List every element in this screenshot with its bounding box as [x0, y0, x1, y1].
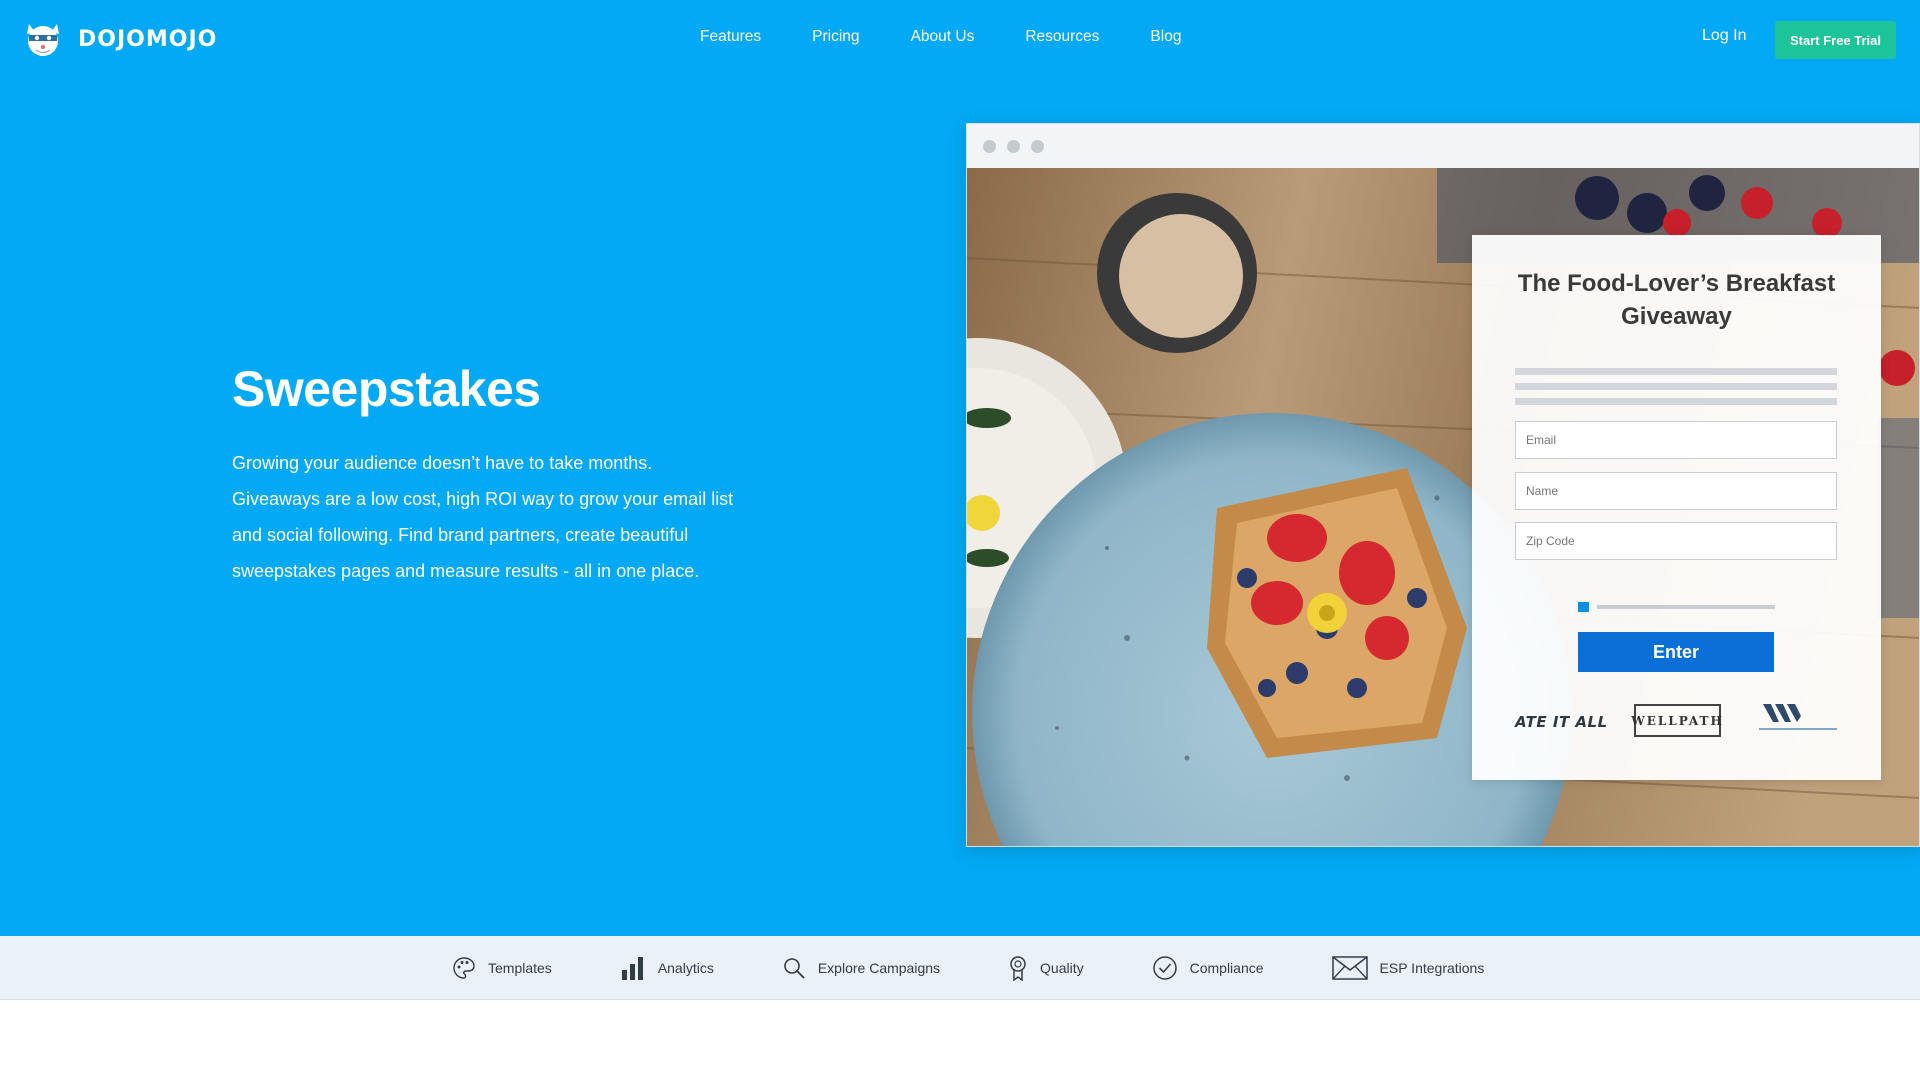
site-header: DOJOMOJO Features Pricing About Us Resou… — [0, 0, 1920, 80]
ninja-cat-logo-icon — [27, 24, 59, 56]
progress-track — [1597, 605, 1775, 609]
feature-bar: Templates Analytics Explore Campaigns Qu… — [0, 936, 1920, 1000]
feature-templates[interactable]: Templates — [452, 956, 552, 980]
feature-label: ESP Integrations — [1379, 960, 1485, 976]
feature-label: Analytics — [657, 960, 714, 976]
feature-esp-integrations[interactable]: ESP Integrations — [1331, 956, 1485, 980]
feature-compliance[interactable]: Compliance — [1152, 955, 1264, 981]
bar-chart-icon — [621, 957, 643, 980]
email-field[interactable] — [1515, 421, 1837, 459]
feature-label: Compliance — [1189, 960, 1264, 976]
nav-about-us[interactable]: About Us — [911, 28, 975, 46]
sweepstakes-preview-window: The Food-Lover’s Breakfast Giveaway Ente… — [966, 123, 1920, 847]
nav-features[interactable]: Features — [700, 28, 761, 46]
enter-button[interactable]: Enter — [1578, 632, 1774, 672]
palette-icon — [453, 957, 475, 979]
feature-explore-campaigns[interactable]: Explore Campaigns — [782, 956, 940, 980]
giveaway-title: The Food-Lover’s Breakfast Giveaway — [1517, 270, 1836, 330]
partner-logo-wellpath: WELLPATH — [1631, 704, 1722, 737]
feature-label: Templates — [488, 960, 552, 976]
progress-indicator — [1578, 602, 1589, 612]
brand-name: DOJOMOJO — [78, 26, 218, 52]
nav-blog[interactable]: Blog — [1150, 28, 1181, 46]
hero-description: Growing your audience doesn’t have to ta… — [232, 453, 734, 581]
nav-resources[interactable]: Resources — [1025, 28, 1099, 46]
feature-list: Templates Analytics Explore Campaigns Qu… — [452, 936, 1484, 1000]
nav-pricing[interactable]: Pricing — [812, 28, 859, 46]
placeholder-text-line — [1515, 383, 1837, 390]
search-icon — [784, 958, 805, 979]
page-title: Sweepstakes — [232, 361, 541, 417]
window-dot — [983, 139, 996, 153]
login-link[interactable]: Log In — [1702, 27, 1746, 45]
feature-label: Explore Campaigns — [817, 960, 941, 976]
award-ribbon-icon — [1010, 956, 1026, 981]
envelope-icon — [1331, 956, 1368, 980]
giveaway-card: The Food-Lover’s Breakfast Giveaway Ente… — [1472, 235, 1881, 780]
feature-quality[interactable]: Quality — [1008, 955, 1084, 981]
check-circle-icon — [1152, 956, 1177, 980]
hero-section: DOJOMOJO Features Pricing About Us Resou… — [0, 0, 1920, 936]
browser-titlebar — [967, 124, 1919, 168]
main-nav: Features Pricing About Us Resources Blog — [700, 28, 1181, 46]
placeholder-text-line — [1515, 398, 1837, 405]
name-field[interactable] — [1515, 472, 1837, 510]
placeholder-text-line — [1515, 368, 1837, 375]
window-dot — [1031, 139, 1044, 153]
logo[interactable]: DOJOMOJO — [22, 18, 217, 60]
partner-logo-wine-icon — [1759, 704, 1837, 730]
feature-label: Quality — [1040, 960, 1084, 976]
start-free-trial-button[interactable]: Start Free Trial — [1775, 21, 1896, 59]
partner-logo-ate-it-all: ATE IT ALL — [1515, 713, 1608, 731]
feature-analytics[interactable]: Analytics — [620, 956, 714, 980]
zip-code-field[interactable] — [1515, 522, 1837, 560]
window-dot — [1007, 139, 1020, 153]
